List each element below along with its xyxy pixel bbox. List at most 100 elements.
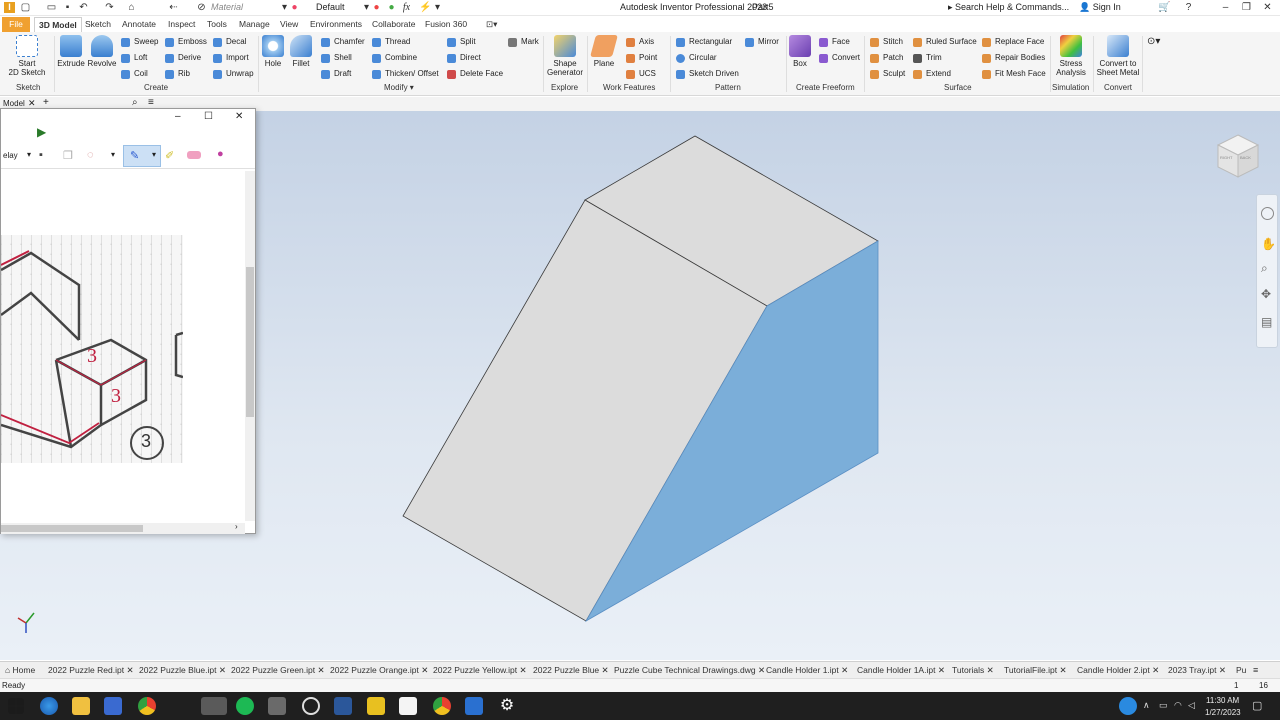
doc-tab[interactable]: 2022 Puzzle Blue.ipt ✕ bbox=[139, 665, 226, 676]
minimize-window-icon[interactable]: – bbox=[1220, 2, 1231, 13]
appearance-dropdown[interactable]: Default bbox=[316, 2, 345, 12]
fit-mesh-face-button[interactable]: Fit Mesh Face bbox=[982, 67, 1046, 81]
scrollbar-thumb[interactable] bbox=[246, 267, 254, 417]
sculpt-button[interactable]: Sculpt bbox=[870, 67, 905, 81]
mark-button[interactable]: Mark bbox=[508, 35, 539, 49]
draft-button[interactable]: Draft bbox=[321, 67, 351, 81]
viewcube[interactable]: RIGHT BACK bbox=[1213, 131, 1263, 181]
orbit-icon[interactable]: ✥ bbox=[1261, 287, 1271, 301]
stress-analysis-button[interactable]: Stress Analysis bbox=[1053, 35, 1089, 77]
tab-inspect[interactable]: Inspect bbox=[164, 17, 199, 32]
ribbon-options-icon[interactable]: ⊙▾ bbox=[1147, 36, 1160, 47]
home-icon[interactable]: ⌂ bbox=[126, 2, 137, 13]
shape-generator-button[interactable]: Shape Generator bbox=[546, 35, 584, 77]
tab-environments[interactable]: Environments bbox=[306, 17, 366, 32]
sticky-notes-icon[interactable] bbox=[367, 697, 385, 715]
close-icon[interactable]: ✕ bbox=[758, 665, 765, 675]
clear-appearance-icon[interactable]: ● bbox=[371, 2, 382, 13]
taskbar-date[interactable]: 1/27/2023 bbox=[1205, 708, 1241, 717]
pan-icon[interactable]: ✋ bbox=[1261, 237, 1276, 251]
inventor-logo-icon[interactable]: I bbox=[4, 2, 15, 13]
fx-parameters-icon[interactable]: fx bbox=[401, 2, 412, 13]
replace-face-button[interactable]: Replace Face bbox=[982, 35, 1044, 49]
tray-chevron-icon[interactable]: ∧ bbox=[1143, 700, 1150, 711]
doc-tab[interactable]: 2022 Puzzle Orange.ipt ✕ bbox=[330, 665, 428, 676]
customize-icon[interactable]: ▾ bbox=[432, 2, 443, 13]
look-at-icon[interactable]: ▤ bbox=[1261, 315, 1272, 329]
tab-collaborate[interactable]: Collaborate bbox=[368, 17, 419, 32]
return-icon[interactable]: ⇠ bbox=[168, 2, 179, 13]
tab-manage[interactable]: Manage bbox=[235, 17, 274, 32]
doc-tab[interactable]: Candle Holder 1.ipt ✕ bbox=[766, 665, 848, 676]
pen-tool-button[interactable]: ✎ ▾ bbox=[123, 145, 161, 167]
cart-icon[interactable]: 🛒 bbox=[1158, 2, 1170, 13]
hole-button[interactable]: Hole bbox=[261, 35, 285, 68]
face-button[interactable]: Face bbox=[819, 35, 850, 49]
zoom-icon[interactable]: ⌕ bbox=[1261, 261, 1268, 276]
tab-file[interactable]: File bbox=[2, 17, 30, 32]
combine-button[interactable]: Combine bbox=[372, 51, 417, 65]
tabs-menu-icon[interactable]: ≡ bbox=[1253, 665, 1258, 675]
close-icon[interactable]: ✕ bbox=[421, 665, 428, 675]
rib-button[interactable]: Rib bbox=[165, 67, 190, 81]
doc-tab[interactable]: 2022 Puzzle Green.ipt ✕ bbox=[231, 665, 325, 676]
scrollbar-thumb[interactable] bbox=[1, 525, 143, 532]
close-icon[interactable]: ✕ bbox=[219, 665, 226, 675]
settings-gear-icon[interactable]: ⚙ bbox=[498, 697, 516, 715]
redo-icon[interactable]: ↷ bbox=[104, 2, 115, 13]
doc-tab-home[interactable]: ⌂ Home bbox=[5, 665, 35, 675]
sweep-button[interactable]: Sweep bbox=[121, 35, 158, 49]
doc-tab[interactable]: Candle Holder 1A.ipt ✕ bbox=[857, 665, 945, 676]
update-icon[interactable]: ⚡ bbox=[419, 2, 431, 13]
autodesk-app-icon[interactable] bbox=[465, 697, 483, 715]
material-dropdown[interactable]: Material bbox=[211, 2, 243, 12]
close-icon[interactable]: ✕ bbox=[1219, 665, 1226, 675]
doc-tab[interactable]: 2022 Puzzle Red.ipt ✕ bbox=[48, 665, 134, 676]
point-button[interactable]: Point bbox=[626, 51, 657, 65]
revolve-button[interactable]: Revolve bbox=[87, 35, 117, 68]
circular-pattern-button[interactable]: Circular bbox=[676, 51, 717, 65]
tab-sketch[interactable]: Sketch bbox=[81, 17, 115, 32]
fillet-button[interactable]: Fillet bbox=[288, 35, 314, 68]
chrome-profile-icon[interactable] bbox=[433, 697, 451, 715]
search-icon[interactable]: ⌕ bbox=[132, 97, 138, 108]
close-window-icon[interactable]: ✕ bbox=[1262, 2, 1273, 13]
restore-window-icon[interactable]: ❐ bbox=[1241, 2, 1252, 13]
import-button[interactable]: Import bbox=[213, 51, 249, 65]
close-icon[interactable]: ✕ bbox=[938, 665, 945, 675]
mirror-button[interactable]: Mirror bbox=[745, 35, 779, 49]
vertical-scrollbar[interactable] bbox=[245, 171, 255, 521]
store-icon[interactable] bbox=[104, 697, 122, 715]
ruled-surface-button[interactable]: Ruled Surface bbox=[913, 35, 977, 49]
chrome-icon[interactable] bbox=[138, 697, 156, 715]
close-icon[interactable]: ✕ bbox=[126, 665, 133, 675]
extend-button[interactable]: Extend bbox=[913, 67, 951, 81]
tab-options-icon[interactable]: ⊡▾ bbox=[482, 17, 501, 32]
convert-button[interactable]: Convert bbox=[819, 51, 860, 65]
wifi-icon[interactable]: ◠ bbox=[1174, 700, 1182, 711]
thicken-offset-button[interactable]: Thicken/ Offset bbox=[372, 67, 439, 81]
help-tray-icon[interactable] bbox=[1119, 697, 1137, 715]
trim-button[interactable]: Trim bbox=[913, 51, 942, 65]
extrude-button[interactable]: Extrude bbox=[57, 35, 85, 68]
steering-wheel-icon[interactable] bbox=[1261, 207, 1274, 220]
emboss-button[interactable]: Emboss bbox=[165, 35, 207, 49]
paint-icon[interactable]: ● bbox=[217, 148, 224, 160]
close-icon[interactable]: ✕ bbox=[520, 665, 527, 675]
menu-icon[interactable]: ≡ bbox=[148, 97, 154, 108]
spotify-icon[interactable] bbox=[236, 697, 254, 715]
direct-button[interactable]: Direct bbox=[447, 51, 481, 65]
open-folder-icon[interactable]: ▭ bbox=[46, 2, 57, 13]
doc-tab[interactable]: 2022 Puzzle Yellow.ipt ✕ bbox=[433, 665, 527, 676]
doc-tab[interactable]: Puzzle Cube Technical Drawings.dwg ✕ bbox=[614, 665, 765, 676]
word-icon[interactable] bbox=[334, 697, 352, 715]
file-explorer-icon[interactable] bbox=[72, 697, 90, 715]
maximize-icon[interactable]: ☐ bbox=[204, 111, 213, 122]
send-icon[interactable]: ◌ bbox=[87, 149, 94, 161]
search-help-field[interactable]: ▸ Search Help & Commands... bbox=[948, 2, 1069, 13]
convert-sheet-metal-button[interactable]: Convert to Sheet Metal bbox=[1096, 35, 1140, 77]
unwrap-button[interactable]: Unwrap bbox=[213, 67, 254, 81]
horizontal-scrollbar[interactable]: › bbox=[1, 522, 245, 534]
windows-start-icon[interactable] bbox=[8, 698, 24, 714]
add-icon[interactable]: + bbox=[43, 97, 49, 108]
